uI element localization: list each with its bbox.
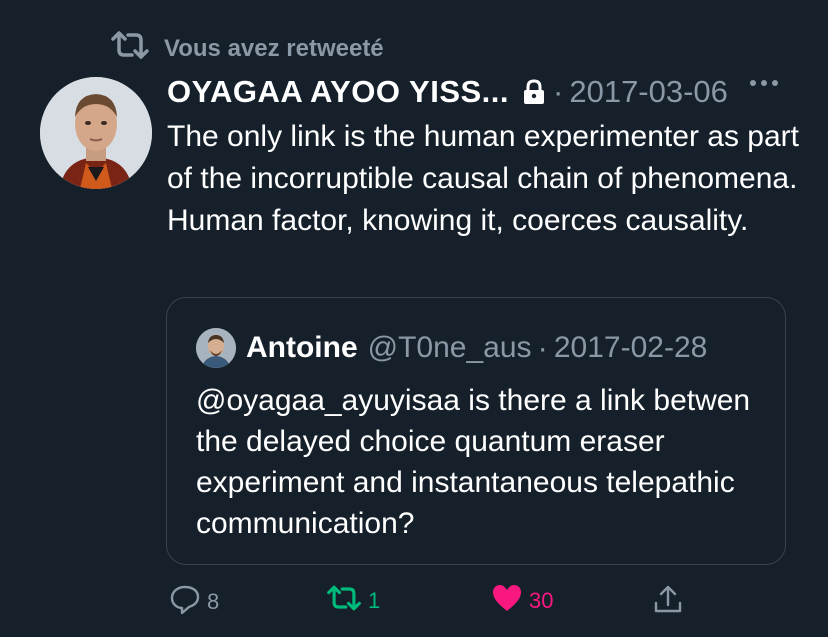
quote-separator-dot: · xyxy=(537,330,548,365)
lock-icon xyxy=(521,79,547,105)
reply-button[interactable]: 8 xyxy=(169,583,219,621)
like-button[interactable]: 30 xyxy=(491,583,553,619)
action-bar: 8 1 30 xyxy=(0,583,828,623)
retweet-count: 1 xyxy=(368,588,381,613)
retweet-icon xyxy=(326,583,362,619)
like-count: 30 xyxy=(529,588,554,613)
share-button[interactable] xyxy=(652,583,684,621)
avatar[interactable] xyxy=(40,77,152,189)
heart-icon xyxy=(491,583,523,619)
tweet-text: The only link is the human experimenter … xyxy=(167,120,799,237)
quote-date: 2017-02-28 xyxy=(553,331,708,364)
quote-tweet-card[interactable]: Antoine @T0ne_aus · 2017-02-28 @oyagaa_a… xyxy=(166,297,786,565)
quote-header: Antoine @T0ne_aus · 2017-02-28 xyxy=(196,328,707,368)
retweet-header-text: Vous avez retweeté xyxy=(164,34,384,62)
quote-author-handle: @T0ne_aus xyxy=(367,331,532,364)
reply-icon xyxy=(169,583,201,621)
more-icon[interactable] xyxy=(750,80,778,86)
author-name[interactable]: OYAGAA AYOO YISS... xyxy=(167,74,509,110)
retweet-button[interactable]: 1 xyxy=(326,583,380,619)
share-icon xyxy=(652,583,684,621)
tweet-header: OYAGAA AYOO YISS... · 2017-03-06 xyxy=(167,74,778,110)
retweet-header: Vous avez retweeté xyxy=(110,30,384,67)
reply-count: 8 xyxy=(207,589,220,614)
tweet-date[interactable]: 2017-03-06 xyxy=(569,74,728,110)
quote-author-name: Antoine xyxy=(246,331,358,364)
quote-text: @oyagaa_ayuyisaa is there a link betwen … xyxy=(196,384,751,540)
retweet-icon xyxy=(110,30,150,67)
quote-avatar xyxy=(196,328,236,368)
separator-dot: · xyxy=(553,74,564,109)
